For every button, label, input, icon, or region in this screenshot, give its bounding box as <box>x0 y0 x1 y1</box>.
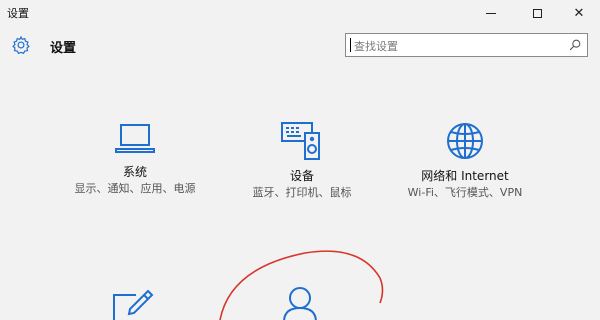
personalization-icon[interactable] <box>108 289 158 320</box>
maximize-icon <box>532 8 542 18</box>
settings-window: 设置 ✕ 设置 查找设置 系统 显示、通知、应用、电源 设备 蓝牙、打印机、鼠标… <box>0 0 600 320</box>
page-title: 设置 <box>50 41 77 56</box>
minimize-icon <box>486 12 496 14</box>
laptop-icon <box>115 124 155 153</box>
title-bar: 设置 ✕ <box>0 0 600 26</box>
tile-system-desc: 显示、通知、应用、电源 <box>74 182 196 195</box>
globe-icon <box>447 123 483 159</box>
tile-network[interactable]: 网络和 Internet Wi-Fi、飞行模式、VPN <box>390 121 540 201</box>
window-title: 设置 <box>7 7 29 20</box>
search-input[interactable]: 查找设置 <box>345 33 588 57</box>
tile-devices-desc: 蓝牙、打印机、鼠标 <box>252 186 352 199</box>
tile-system[interactable]: 系统 显示、通知、应用、电源 <box>60 121 210 197</box>
tile-devices-title: 设备 <box>289 169 314 183</box>
close-button[interactable]: ✕ <box>556 0 600 26</box>
search-placeholder: 查找设置 <box>354 40 398 53</box>
tile-devices[interactable]: 设备 蓝牙、打印机、鼠标 <box>227 121 377 201</box>
annotation-circle <box>219 250 384 320</box>
devices-icon <box>281 122 320 160</box>
tile-system-title: 系统 <box>122 165 147 179</box>
minimize-button[interactable] <box>468 0 514 26</box>
tile-network-title: 网络和 Internet <box>421 169 509 183</box>
text-caret <box>350 38 351 52</box>
maximize-button[interactable] <box>514 0 560 26</box>
close-icon: ✕ <box>573 5 585 21</box>
search-icon[interactable] <box>568 38 582 52</box>
tile-network-desc: Wi-Fi、飞行模式、VPN <box>407 186 523 199</box>
gear-icon <box>12 35 30 55</box>
